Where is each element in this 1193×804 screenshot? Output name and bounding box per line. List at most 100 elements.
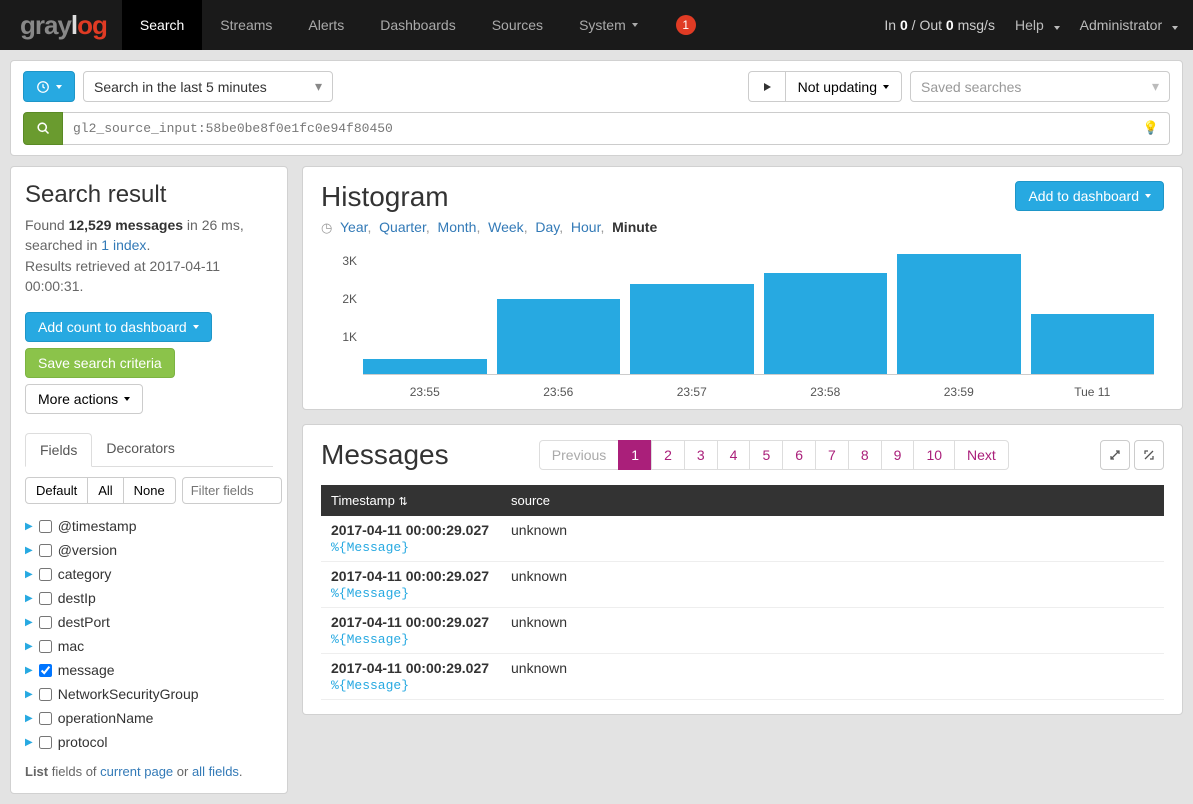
field-checkbox[interactable]: [39, 568, 52, 581]
page-number[interactable]: 3: [684, 440, 718, 470]
field-item[interactable]: ▶message: [25, 658, 273, 682]
saved-searches-select[interactable]: Saved searches▾: [910, 71, 1170, 102]
field-checkbox[interactable]: [39, 592, 52, 605]
msg-body-link[interactable]: %{Message}: [331, 586, 409, 601]
field-item[interactable]: ▶operationName: [25, 706, 273, 730]
page-number[interactable]: 4: [717, 440, 751, 470]
page-number[interactable]: 9: [881, 440, 915, 470]
caret-right-icon[interactable]: ▶: [25, 641, 33, 652]
histogram-chart[interactable]: 3K2K1K 23:5523:5623:5723:5823:59Tue 11: [321, 250, 1164, 395]
all-fields-link[interactable]: all fields: [192, 764, 239, 779]
expand-button[interactable]: [1100, 440, 1130, 470]
interval-link[interactable]: Hour: [571, 219, 601, 235]
nav-search[interactable]: Search: [122, 0, 202, 50]
interval-link[interactable]: Month: [438, 219, 477, 235]
col-source[interactable]: source: [501, 485, 1164, 516]
add-to-dashboard-button[interactable]: Add to dashboard: [1015, 181, 1164, 211]
message-row[interactable]: 2017-04-11 00:00:29.027%{Message}unknown: [321, 608, 1164, 654]
histogram-bar[interactable]: [764, 273, 888, 374]
field-checkbox[interactable]: [39, 664, 52, 677]
field-checkbox[interactable]: [39, 520, 52, 533]
caret-right-icon[interactable]: ▶: [25, 737, 33, 748]
message-row[interactable]: 2017-04-11 00:00:29.027%{Message}unknown: [321, 562, 1164, 608]
histogram-bar[interactable]: [1031, 314, 1155, 374]
field-checkbox[interactable]: [39, 616, 52, 629]
page-number[interactable]: 5: [749, 440, 783, 470]
histogram-bar[interactable]: [497, 299, 621, 374]
field-checkbox[interactable]: [39, 736, 52, 749]
caret-right-icon[interactable]: ▶: [25, 545, 33, 556]
nav-system[interactable]: System: [561, 0, 656, 50]
interval-active[interactable]: Minute: [612, 219, 657, 235]
msg-body-link[interactable]: %{Message}: [331, 678, 409, 693]
caret-right-icon[interactable]: ▶: [25, 569, 33, 580]
histogram-bar[interactable]: [630, 284, 754, 374]
fields-all-button[interactable]: All: [88, 477, 123, 504]
index-link[interactable]: 1 index: [101, 237, 146, 253]
histogram-bar[interactable]: [897, 254, 1021, 374]
page-prev[interactable]: Previous: [539, 440, 619, 470]
fields-default-button[interactable]: Default: [25, 477, 88, 504]
save-search-button[interactable]: Save search criteria: [25, 348, 175, 378]
field-checkbox[interactable]: [39, 712, 52, 725]
run-search-button[interactable]: [23, 112, 63, 145]
nav-notifications[interactable]: 1: [656, 0, 714, 50]
field-checkbox[interactable]: [39, 544, 52, 557]
histogram-bar[interactable]: [363, 359, 487, 374]
interval-link[interactable]: Quarter: [379, 219, 426, 235]
msg-body-link[interactable]: %{Message}: [331, 540, 409, 555]
page-number[interactable]: 10: [913, 440, 955, 470]
page-number[interactable]: 8: [848, 440, 882, 470]
nav-admin[interactable]: Administrator: [1080, 17, 1178, 33]
page-number[interactable]: 2: [651, 440, 685, 470]
interval-link[interactable]: Day: [535, 219, 559, 235]
interval-link[interactable]: Year: [340, 219, 368, 235]
nav-dashboards[interactable]: Dashboards: [362, 0, 474, 50]
caret-right-icon[interactable]: ▶: [25, 713, 33, 724]
message-row[interactable]: 2017-04-11 00:00:29.027%{Message}unknown: [321, 516, 1164, 562]
page-number[interactable]: 1: [618, 440, 652, 470]
message-row[interactable]: 2017-04-11 00:00:29.027%{Message}unknown: [321, 654, 1164, 700]
caret-right-icon[interactable]: ▶: [25, 521, 33, 532]
field-item[interactable]: ▶@timestamp: [25, 514, 273, 538]
field-item[interactable]: ▶category: [25, 562, 273, 586]
filter-fields-input[interactable]: [182, 477, 282, 504]
col-timestamp[interactable]: Timestamp ⇅: [321, 485, 501, 516]
caret-right-icon[interactable]: ▶: [25, 593, 33, 604]
nav-sources[interactable]: Sources: [474, 0, 561, 50]
field-item[interactable]: ▶NetworkSecurityGroup: [25, 682, 273, 706]
nav-alerts[interactable]: Alerts: [290, 0, 362, 50]
update-interval-button[interactable]: Not updating: [786, 71, 902, 102]
nav-streams[interactable]: Streams: [202, 0, 290, 50]
field-item[interactable]: ▶protocol: [25, 730, 273, 754]
caret-right-icon[interactable]: ▶: [25, 617, 33, 628]
current-page-link[interactable]: current page: [100, 764, 173, 779]
field-item[interactable]: ▶mac: [25, 634, 273, 658]
more-actions-button[interactable]: More actions: [25, 384, 143, 414]
lightbulb-icon[interactable]: 💡: [1143, 121, 1159, 136]
field-item[interactable]: ▶@version: [25, 538, 273, 562]
msg-body-link[interactable]: %{Message}: [331, 632, 409, 647]
time-range-select[interactable]: Search in the last 5 minutes▾: [83, 71, 333, 102]
caret-right-icon[interactable]: ▶: [25, 689, 33, 700]
query-input[interactable]: gl2_source_input:58be0be8f0e1fc0e94f8045…: [63, 112, 1170, 145]
field-list[interactable]: ▶@timestamp▶@version▶category▶destIp▶des…: [25, 514, 273, 754]
page-number[interactable]: 6: [782, 440, 816, 470]
nav-help[interactable]: Help: [1015, 17, 1060, 33]
time-config-button[interactable]: [23, 71, 75, 102]
caret-right-icon[interactable]: ▶: [25, 665, 33, 676]
page-number[interactable]: 7: [815, 440, 849, 470]
field-checkbox[interactable]: [39, 688, 52, 701]
field-item[interactable]: ▶destPort: [25, 610, 273, 634]
collapse-button[interactable]: [1134, 440, 1164, 470]
field-checkbox[interactable]: [39, 640, 52, 653]
play-button[interactable]: [748, 71, 786, 102]
tab-decorators[interactable]: Decorators: [92, 432, 188, 466]
field-item[interactable]: ▶destIp: [25, 586, 273, 610]
brand-logo[interactable]: graylog: [20, 10, 107, 41]
interval-link[interactable]: Week: [488, 219, 524, 235]
page-next[interactable]: Next: [954, 440, 1009, 470]
tab-fields[interactable]: Fields: [25, 433, 92, 467]
add-count-button[interactable]: Add count to dashboard: [25, 312, 212, 342]
fields-none-button[interactable]: None: [124, 477, 176, 504]
